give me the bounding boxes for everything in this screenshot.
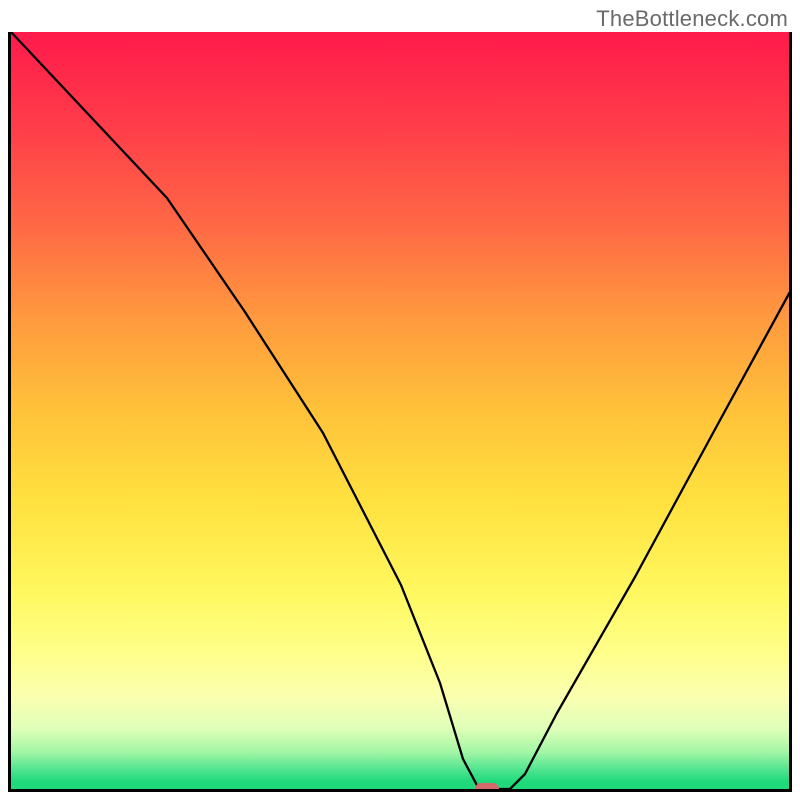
- watermark-text: TheBottleneck.com: [596, 6, 788, 32]
- bottleneck-curve-line: [11, 32, 789, 789]
- chart-plot-area: [8, 32, 792, 792]
- curve-path: [11, 32, 789, 789]
- optimal-point-marker: [475, 783, 499, 792]
